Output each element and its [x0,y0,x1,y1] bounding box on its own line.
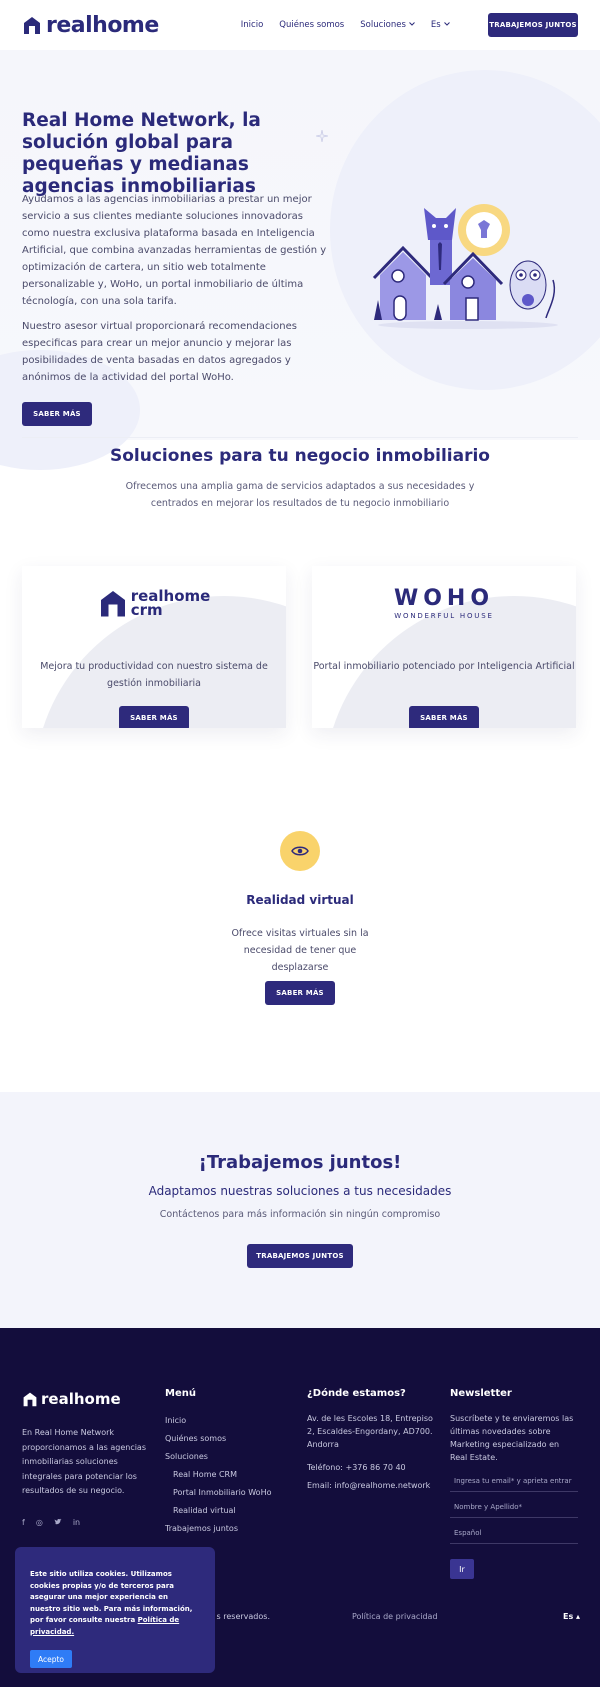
footer-logo[interactable]: realhome [22,1390,121,1408]
hero-saber-mas-button[interactable]: SABER MÁS [22,402,92,426]
realhome-logo[interactable]: realhome [22,13,159,38]
newsletter-name-input[interactable]: Nombre y Apellido* [450,1496,578,1518]
woho-card-text: Portal inmobiliario potenciado por Intel… [313,661,575,672]
footer-where: Av. de les Escoles 18, Entrepiso 2, Esca… [307,1412,437,1492]
footer-menu-trabajemos-juntos[interactable]: Trabajemos juntos [165,1520,272,1538]
chevron-down-icon [409,22,415,26]
footer-logo-text: realhome [41,1390,121,1408]
woho-card: WOHO WONDERFUL HOUSE Portal inmobiliario… [312,566,576,728]
house-logo-icon [100,591,125,617]
newsletter-submit-button[interactable]: Ir [450,1559,474,1579]
realhome-crm-card: realhome crm Mejora tu productividad con … [22,566,286,728]
footer-phone[interactable]: Teléfono: +376 86 70 40 [307,1461,437,1474]
houses-cat-owl-illustration [372,204,558,329]
vr-saber-mas-button[interactable]: SABER MÁS [265,981,335,1005]
cookie-text: Este sitio utiliza cookies. Utilizamos c… [30,1569,200,1638]
footer-menu-soluciones[interactable]: Soluciones [165,1448,272,1466]
work-title: ¡Trabajemos juntos! [198,1152,402,1173]
footer-menu-quienes-somos[interactable]: Quiénes somos [165,1430,272,1448]
house-logo-icon [23,1392,37,1407]
vr-text: Ofrece visitas virtuales sin la necesida… [231,928,369,973]
hero-section: Real Home Network, la solución global pa… [0,50,600,470]
hero-paragraph-1: Ayudamos a las agencias inmobiliarias a … [22,194,327,307]
linkedin-icon[interactable]: in [73,1518,80,1528]
crm-logo-line-2: crm [130,601,163,619]
logo-text: realhome [46,12,159,38]
vr-title: Realidad virtual [246,893,354,907]
nav-item-inicio[interactable]: Inicio [241,20,264,30]
trabajemos-juntos-button[interactable]: TRABAJEMOS JUNTOS [247,1244,353,1268]
woho-logo-tagline: WONDERFUL HOUSE [394,612,494,620]
footer-menu-portal-woho[interactable]: Portal Inmobiliario WoHo [165,1484,272,1502]
crm-card-text: Mejora tu productividad con nuestro sist… [40,661,268,689]
nav-item-soluciones[interactable]: Soluciones [360,20,415,30]
work-together-section: ¡Trabajemos juntos! Adaptamos nuestras s… [0,1092,600,1328]
social-links: f ◎ in [22,1518,80,1528]
footer-menu-real-home-crm[interactable]: Real Home CRM [165,1466,272,1484]
woho-logo-wordmark: WOHO [393,586,495,611]
chevron-down-icon [443,22,450,26]
sparkle-icon [316,130,328,142]
nav-item-language[interactable]: Es [431,20,450,30]
newsletter-email-input[interactable]: Ingresa tu email* y aprieta entrar [450,1470,578,1492]
nav-item-quienes-somos[interactable]: Quiénes somos [279,20,344,30]
footer-menu-inicio[interactable]: Inicio [165,1412,272,1430]
hero-title: Real Home Network, la solución global pa… [22,110,261,197]
page: realhome Inicio Quiénes somos Soluciones… [0,0,600,1687]
twitter-icon[interactable] [54,1518,62,1528]
section-divider [22,437,578,438]
footer-address: Av. de les Escoles 18, Entrepiso 2, Esca… [307,1414,433,1449]
realhome-crm-logo: realhome crm [22,588,286,622]
footer-email[interactable]: Email: info@realhome.network [307,1479,437,1492]
house-logo-icon [24,17,40,34]
accept-cookies-button[interactable]: Acepto [30,1650,72,1668]
cookie-banner: Este sitio utiliza cookies. Utilizamos c… [15,1547,215,1673]
solutions-subtitle: Ofrecemos una amplia gama de servicios a… [125,481,475,509]
nav-soluciones-label: Soluciones [360,20,406,30]
footer-menu: Inicio Quiénes somos Soluciones Real Hom… [165,1412,272,1538]
woho-saber-mas-button[interactable]: SABER MÁS [409,706,479,728]
woho-logo: WOHO WONDERFUL HOUSE [312,586,576,621]
footer-privacy-link[interactable]: Política de privacidad [352,1612,438,1621]
work-text: Contáctenos para más información sin nin… [159,1209,441,1220]
nav-language-label: Es [430,20,441,30]
newsletter-language-select[interactable]: Español [450,1522,578,1544]
trabajemos-juntos-header-button[interactable]: TRABAJEMOS JUNTOS [488,13,578,37]
work-subtitle: Adaptamos nuestras soluciones a tus nece… [148,1184,452,1198]
footer-about-text: En Real Home Network proporcionamos a la… [22,1428,147,1495]
main-nav: Inicio Quiénes somos Soluciones Es [241,20,450,30]
footer-menu-realidad-virtual[interactable]: Realidad virtual [165,1502,272,1520]
newsletter-text: Suscríbete y te enviaremos las últimas n… [450,1414,574,1462]
solutions-title: Soluciones para tu negocio inmobiliario [110,446,490,466]
facebook-icon[interactable]: f [22,1518,25,1528]
crm-saber-mas-button[interactable]: SABER MÁS [119,706,189,728]
footer-newsletter-title: Newsletter [450,1388,512,1399]
instagram-icon[interactable]: ◎ [36,1518,43,1528]
hero-paragraph-2: Nuestro asesor virtual proporcionará rec… [22,321,298,383]
eye-icon [280,831,320,871]
site-header: realhome Inicio Quiénes somos Soluciones… [0,0,600,50]
footer-language-selector[interactable]: Es ▴ [563,1612,580,1621]
footer-menu-title: Menú [165,1388,196,1399]
footer-where-title: ¿Dónde estamos? [307,1388,406,1399]
